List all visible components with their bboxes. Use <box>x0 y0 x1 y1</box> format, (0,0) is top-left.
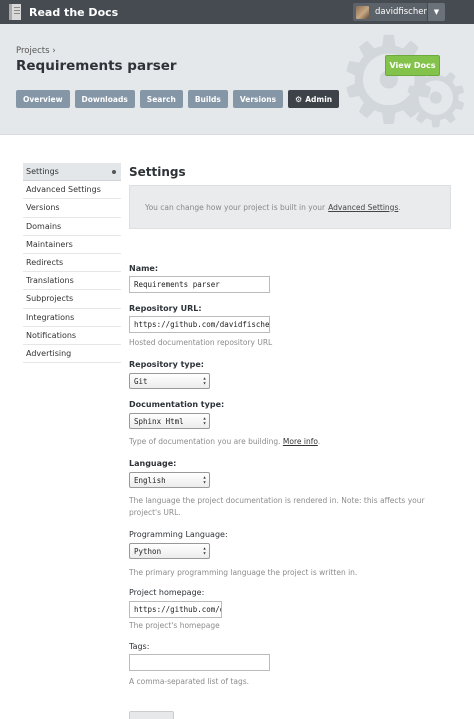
programming-language-label: Programming Language: <box>129 530 228 539</box>
repo-url-label: Repository URL: <box>129 304 202 313</box>
site-logo[interactable]: Read the Docs <box>9 4 118 20</box>
project-tabs: Overview Downloads Search Builds Version… <box>16 90 344 108</box>
sidebar-item-redirects[interactable]: Redirects <box>23 254 121 273</box>
tab-search[interactable]: Search <box>139 90 183 108</box>
programming-language-value: Python <box>134 546 162 556</box>
select-arrows-icon: ▴ ▾ <box>202 415 207 427</box>
sidebar-item-subprojects[interactable]: Subprojects <box>23 290 121 309</box>
sidebar-item-advertising[interactable]: Advertising <box>23 345 121 364</box>
programming-language-help: The primary programming language the pro… <box>129 568 358 577</box>
tab-versions[interactable]: Versions <box>232 90 284 108</box>
select-arrows-icon: ▴ ▾ <box>202 375 207 387</box>
tab-admin-label: Admin <box>305 94 333 104</box>
repo-type-label: Repository type: <box>129 360 204 369</box>
sidebar-item-label: Advanced Settings <box>26 185 101 195</box>
sidebar-item-label: Translations <box>26 276 74 286</box>
repo-type-select[interactable]: Git ▴ ▾ <box>129 373 210 389</box>
user-menu-button[interactable]: davidfischer <box>353 3 427 21</box>
sidebar-item-label: Redirects <box>26 258 64 268</box>
name-label: Name: <box>129 264 159 273</box>
sidebar-item-notifications[interactable]: Notifications <box>23 327 121 345</box>
sidebar-item-label: Settings <box>26 167 59 177</box>
tab-admin[interactable]: ⚙ Admin <box>288 90 340 108</box>
doc-type-select[interactable]: Sphinx Html ▴ ▾ <box>129 413 210 429</box>
top-navbar: Read the Docs davidfischer ▼ <box>0 0 474 24</box>
doc-type-label: Documentation type: <box>129 400 225 409</box>
info-suffix: . <box>398 202 401 212</box>
sidebar-item-label: Versions <box>26 203 60 213</box>
sidebar-item-versions[interactable]: Versions <box>23 199 121 218</box>
sidebar-item-advanced-settings[interactable]: Advanced Settings <box>23 181 121 200</box>
sidebar-item-label: Maintainers <box>26 239 73 249</box>
select-arrows-icon: ▴ ▾ <box>202 474 207 486</box>
homepage-label: Project homepage: <box>129 588 205 597</box>
doc-type-help-text: Type of documentation you are building. <box>129 437 281 446</box>
active-dot-icon <box>112 170 116 174</box>
tab-builds[interactable]: Builds <box>187 90 228 108</box>
programming-language-select[interactable]: Python ▴ ▾ <box>129 543 210 559</box>
sidebar-item-settings[interactable]: Settings <box>23 163 121 182</box>
sidebar-item-translations[interactable]: Translations <box>23 272 121 291</box>
repo-url-help: Hosted documentation repository URL <box>129 338 273 347</box>
sidebar-item-maintainers[interactable]: Maintainers <box>23 236 121 254</box>
save-button[interactable] <box>129 711 174 719</box>
book-icon <box>9 4 21 20</box>
sidebar-item-label: Subprojects <box>26 294 74 304</box>
language-label: Language: <box>129 459 177 468</box>
username: davidfischer <box>375 7 427 17</box>
sidebar-item-label: Domains <box>26 221 62 231</box>
doc-type-help: Type of documentation you are building. … <box>129 436 449 448</box>
page-title: Settings <box>129 165 186 179</box>
language-value: English <box>134 475 166 485</box>
sidebar-item-label: Advertising <box>26 348 72 358</box>
tags-help: A comma-separated list of tags. <box>129 677 249 686</box>
tags-input[interactable] <box>129 654 270 671</box>
gear-icon: ⚙ <box>295 94 303 104</box>
select-arrows-icon: ▴ ▾ <box>202 545 207 557</box>
project-header: ⚙ ⚙ Projects › Requirements parser View … <box>0 24 474 135</box>
site-title: Read the Docs <box>29 5 119 19</box>
info-notice: You can change how your project is built… <box>129 185 451 229</box>
sidebar-item-integrations[interactable]: Integrations <box>23 309 121 327</box>
doc-type-value: Sphinx Html <box>134 416 184 426</box>
advanced-settings-link[interactable]: Advanced Settings <box>328 203 398 212</box>
repo-type-value: Git <box>134 376 148 386</box>
view-docs-button[interactable]: View Docs <box>385 55 440 76</box>
tab-overview[interactable]: Overview <box>16 90 70 108</box>
language-select[interactable]: English ▴ ▾ <box>129 472 210 488</box>
info-text: You can change how your project is built… <box>145 202 326 212</box>
sidebar-item-label: Notifications <box>26 330 77 340</box>
homepage-input[interactable]: https://github.com/davidfischer/requirem… <box>129 601 222 618</box>
project-title: Requirements parser <box>16 58 177 74</box>
admin-sidebar: Settings Advanced Settings Versions Doma… <box>23 163 121 364</box>
more-info-link[interactable]: More info <box>283 437 318 446</box>
homepage-help: The project's homepage <box>129 621 220 630</box>
user-dropdown-toggle[interactable]: ▼ <box>428 3 445 21</box>
chevron-down-icon: ▼ <box>433 8 440 16</box>
breadcrumb[interactable]: Projects › <box>16 46 56 56</box>
help-period: . <box>317 437 321 446</box>
tags-label: Tags: <box>129 642 150 651</box>
repo-url-input[interactable]: https://github.com/davidfischer/requirem… <box>129 316 270 333</box>
sidebar-item-label: Integrations <box>26 312 75 322</box>
avatar <box>356 5 369 19</box>
name-input[interactable]: Requirements parser <box>129 276 270 293</box>
tab-downloads[interactable]: Downloads <box>74 90 135 108</box>
sidebar-item-domains[interactable]: Domains <box>23 218 121 236</box>
language-help: The language the project documentation i… <box>129 496 425 517</box>
